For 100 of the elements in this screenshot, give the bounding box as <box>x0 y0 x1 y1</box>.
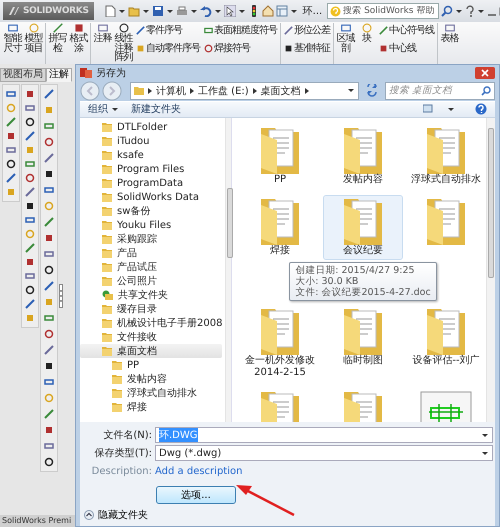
address-bar[interactable]: 计算机 工作盘 (E:) 桌面文档 <box>130 82 359 100</box>
ribbon-button[interactable]: 零件序号 <box>146 23 182 37</box>
scrollbar[interactable] <box>225 118 231 422</box>
folder-tree-item[interactable]: ProgramData <box>80 176 222 190</box>
ribbon-button[interactable]: 形位公差 <box>294 23 330 37</box>
folder-tree-item[interactable]: SolidWorks Data <box>80 190 222 204</box>
ribbon-button[interactable]: 线性注释阵列 <box>113 34 134 62</box>
file-item[interactable]: 设备评估--刘广 <box>406 305 486 370</box>
hide-folders-button[interactable]: 隐藏文件夹 <box>84 508 148 522</box>
folder-tree-item[interactable]: 缓存目录 <box>80 302 222 316</box>
folder-tree-item[interactable]: sw备份 <box>80 204 222 218</box>
folder-tree-item[interactable]: 公司照片 <box>80 274 222 288</box>
folder-tree-item[interactable]: 产品试压 <box>80 260 222 274</box>
chevron-icon[interactable] <box>304 88 309 94</box>
breadcrumb-item[interactable]: 工作盘 (E:) <box>198 84 249 98</box>
folder-tree-item[interactable]: 机械设计电子手册2008 <box>80 316 222 330</box>
breadcrumb-item[interactable]: 桌面文档 <box>260 84 301 98</box>
folder-tree-item[interactable]: 发帖内容 <box>80 372 222 386</box>
chevron-icon[interactable] <box>148 88 152 94</box>
caret-icon[interactable] <box>448 108 454 111</box>
folder-tree-item[interactable]: iTudou <box>80 134 222 148</box>
file-item[interactable]: 临时制图 <box>323 305 403 370</box>
ribbon-button[interactable]: 自动零件序号 <box>146 41 200 55</box>
folder-icon <box>102 276 112 286</box>
document-icon[interactable] <box>104 5 116 17</box>
file-item[interactable]: 金一机外发修改 2014-2-15 <box>240 305 320 382</box>
printer-icon[interactable] <box>176 5 188 17</box>
caret-icon[interactable] <box>348 89 354 92</box>
refresh-icon[interactable] <box>365 84 379 98</box>
ribbon-button[interactable]: 基准特征 <box>294 41 330 55</box>
caret-icon[interactable] <box>118 10 125 12</box>
folder-tree-item[interactable]: 文件接收 <box>80 330 222 344</box>
view-options-icon[interactable] <box>423 104 435 114</box>
caret-icon[interactable] <box>142 10 149 12</box>
organize-menu-button[interactable]: 组织 <box>88 102 119 116</box>
ribbon-button[interactable]: 表面粗糙度符号 <box>214 23 277 37</box>
panel-icon[interactable] <box>276 5 288 17</box>
folder-tree-item[interactable]: 产品 <box>80 246 222 260</box>
close-icon[interactable] <box>475 66 495 79</box>
folder-tree-item[interactable]: Program Files <box>80 162 222 176</box>
lightbulb-icon <box>330 6 342 16</box>
grip-handle-icon[interactable] <box>59 284 63 308</box>
caret-icon[interactable] <box>482 434 488 436</box>
search-icon[interactable] <box>441 5 454 17</box>
new-folder-button[interactable]: 新建文件夹 <box>131 102 181 116</box>
ribbon-button[interactable]: 智能尺寸 <box>2 34 23 53</box>
file-item[interactable]: 浮球式自动排水 <box>406 124 486 189</box>
file-item[interactable]: 焊接 <box>240 195 320 260</box>
caret-icon[interactable] <box>112 108 118 111</box>
caret-icon[interactable] <box>238 10 245 12</box>
folder-tree-item[interactable]: Youku Files <box>80 218 222 232</box>
chevron-icon[interactable] <box>190 88 194 94</box>
panel-tab[interactable]: 视图布局 <box>0 68 46 82</box>
tool-icon[interactable] <box>74 23 84 33</box>
help-icon[interactable] <box>475 103 487 116</box>
ribbon-button[interactable]: 表格 <box>439 34 460 44</box>
help-icon[interactable] <box>465 5 476 17</box>
logo-text: SOLIDWORKS <box>23 6 89 16</box>
file-item[interactable]: 会议纪要 <box>323 195 403 260</box>
ribbon-button[interactable]: 拼写检 <box>47 34 68 53</box>
cursor-icon[interactable] <box>224 5 236 17</box>
folder-tree-item[interactable]: 桌面文档 <box>80 344 222 358</box>
folder-tree-item[interactable]: 共享文件夹 <box>80 288 222 302</box>
scrollbar[interactable] <box>486 118 495 422</box>
breadcrumb-item[interactable]: 计算机 <box>156 84 186 98</box>
filetype-field[interactable]: Dwg (*.dwg) <box>155 445 493 461</box>
caret-icon[interactable] <box>482 452 488 454</box>
caret-icon[interactable] <box>214 10 221 12</box>
ribbon-button[interactable]: 块 <box>356 34 377 44</box>
folder-icon <box>102 332 112 342</box>
folder-tree-item[interactable]: 采购跟踪 <box>80 232 222 246</box>
folder-icon <box>342 127 384 174</box>
house-icon[interactable] <box>262 5 274 17</box>
tooltip: 创建日期: 2015/4/27 9:25 大小: 30.0 KB 文件: 会议纪要2015-4-27.doc <box>289 262 437 301</box>
ribbon-button[interactable]: 区域剖 <box>335 34 356 53</box>
caret-icon[interactable] <box>456 10 462 12</box>
search-icon <box>481 86 491 96</box>
undo-icon[interactable] <box>200 5 212 17</box>
add-description-link[interactable]: Add a description <box>155 466 242 476</box>
folder-tree-item[interactable]: DTLFolder <box>80 120 222 134</box>
caret-icon[interactable] <box>478 10 484 12</box>
caret-icon[interactable] <box>290 10 297 12</box>
options-button[interactable]: 选项... <box>156 486 236 504</box>
folder-tree-item[interactable]: PP <box>80 358 222 372</box>
ribbon-button[interactable]: 中心符号线 <box>389 23 434 37</box>
panel-tab[interactable]: 注解 <box>46 68 72 82</box>
ribbon-button[interactable]: 焊接符号 <box>214 41 250 55</box>
search-field[interactable]: 搜索 桌面文档 <box>385 82 495 100</box>
ribbon-button[interactable]: 格式涂 <box>68 34 89 53</box>
caret-icon[interactable] <box>166 10 173 12</box>
ribbon-button[interactable]: 模型项目 <box>23 34 44 53</box>
file-item[interactable]: 发帖内容 <box>323 124 403 189</box>
file-item[interactable]: PP <box>240 124 320 189</box>
folder-tree-item[interactable]: ksafe <box>80 148 222 162</box>
caret-icon[interactable] <box>190 10 197 12</box>
chevron-icon[interactable] <box>252 88 257 94</box>
folder-tree-item[interactable]: 焊接 <box>80 400 222 414</box>
ribbon-button[interactable]: 中心线 <box>389 41 416 55</box>
ribbon-button[interactable]: 注释 <box>92 34 113 44</box>
folder-tree-item[interactable]: 浮球式自动排水 <box>80 386 222 400</box>
